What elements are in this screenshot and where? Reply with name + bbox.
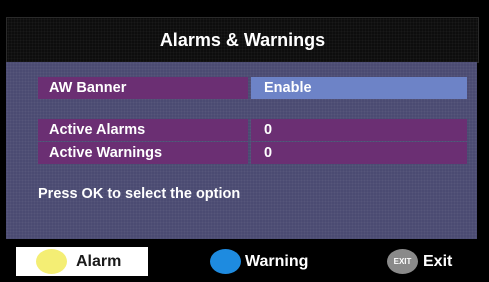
active-alarms-label: Active Alarms <box>38 119 248 141</box>
menu-title: Alarms & Warnings <box>6 17 479 63</box>
active-warnings-label: Active Warnings <box>38 142 248 164</box>
active-warnings-row: Active Warnings 0 <box>38 142 467 164</box>
aw-banner-value[interactable]: Enable <box>251 77 467 99</box>
aw-banner-label: AW Banner <box>38 77 248 99</box>
exit-button[interactable]: EXIT Exit <box>387 247 452 276</box>
aw-banner-row[interactable]: AW Banner Enable <box>38 77 467 99</box>
exit-icon: EXIT <box>387 249 418 274</box>
yellow-circle-icon <box>36 249 67 274</box>
menu-panel: AW Banner Enable Active Alarms 0 Active … <box>6 62 477 239</box>
warning-button[interactable]: Warning <box>210 247 308 276</box>
button-bar: Alarm Warning EXIT Exit <box>6 240 477 282</box>
warning-button-label: Warning <box>245 252 309 270</box>
active-warnings-value: 0 <box>251 142 467 164</box>
blue-circle-icon <box>210 249 241 274</box>
alarm-button-label: Alarm <box>76 252 122 270</box>
osd-window: Alarms & Warnings AW Banner Enable Activ… <box>0 0 489 282</box>
alarm-button[interactable]: Alarm <box>16 247 148 276</box>
help-text: Press OK to select the option <box>38 186 241 202</box>
exit-button-label: Exit <box>423 252 453 270</box>
active-alarms-value: 0 <box>251 119 467 141</box>
active-alarms-row: Active Alarms 0 <box>38 119 467 141</box>
